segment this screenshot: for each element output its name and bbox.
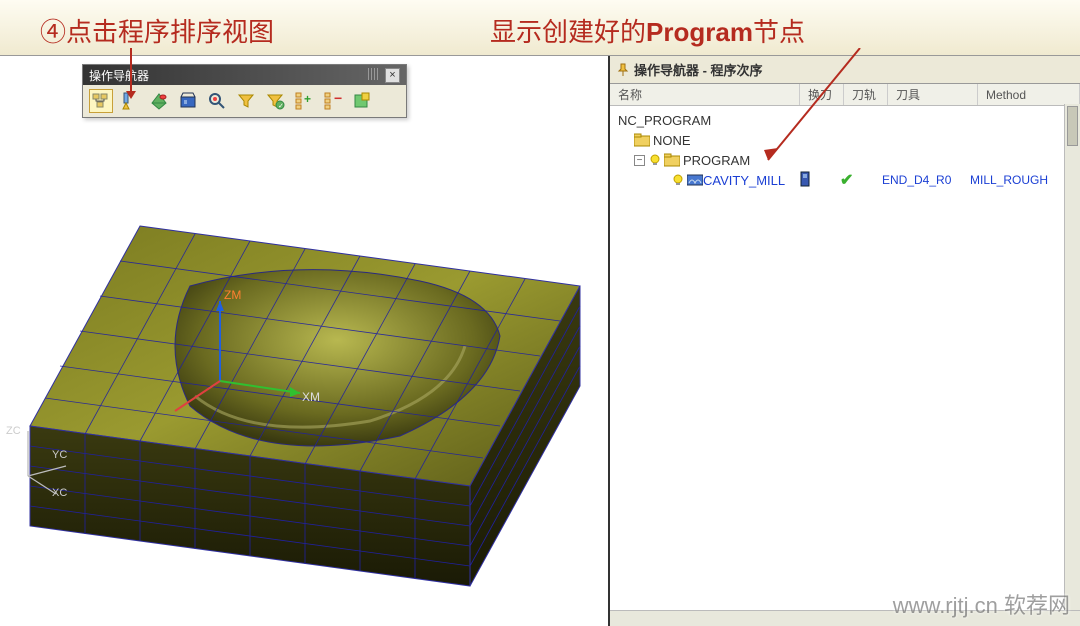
main-content: ZM XM ZC YC XC 操作导航器	[0, 55, 1080, 626]
expand-all-icon[interactable]: +	[292, 89, 316, 113]
cell-tool-name: END_D4_R0	[882, 173, 970, 187]
navigator-columns[interactable]: 名称 换刀 刀轨 刀具 Method	[610, 84, 1080, 106]
col-tool-change[interactable]: 换刀	[800, 84, 844, 105]
cell-toolpath-check: ✔	[840, 170, 882, 190]
arrow-to-toolbar-icon	[130, 48, 132, 93]
find-icon[interactable]	[205, 89, 229, 113]
tree-cavity-mill[interactable]: CAVITY_MILL ✔ END_D4_R0 MILL_ROUGH	[610, 170, 1080, 190]
axis-xm-label: XM	[302, 390, 320, 404]
close-icon[interactable]: ×	[385, 68, 400, 83]
toolbar-title-text: 操作导航器	[89, 67, 149, 84]
col-method[interactable]: Method	[978, 84, 1080, 105]
program-order-view-icon[interactable]	[89, 89, 113, 113]
annotation-bar: ④点击程序排序视图 显示创建好的Program节点	[0, 0, 1080, 55]
tree-program[interactable]: − PROGRAM	[610, 150, 1080, 170]
annotation-right: 显示创建好的Program节点	[490, 12, 805, 49]
operation-navigator-panel: 操作导航器 - 程序次序 名称 换刀 刀轨 刀具 Method NC_PROGR…	[610, 56, 1080, 626]
tree-nc-program[interactable]: NC_PROGRAM	[610, 110, 1080, 130]
viewport-3d[interactable]: ZM XM ZC YC XC	[0, 56, 608, 626]
svg-text:YC: YC	[52, 449, 67, 461]
navigator-tree[interactable]: NC_PROGRAM NONE − PROGRAM CAVITY_MILL	[610, 106, 1080, 626]
col-name[interactable]: 名称	[610, 84, 800, 105]
tree-none[interactable]: NONE	[610, 130, 1080, 150]
svg-text:ZC: ZC	[6, 425, 21, 437]
cell-tool-change	[798, 171, 840, 190]
axis-triad: ZC YC XC	[6, 416, 76, 496]
viewport-pane[interactable]: ZM XM ZC YC XC 操作导航器	[0, 56, 610, 626]
operation-name: CAVITY_MILL	[703, 173, 785, 188]
svg-text:−: −	[334, 91, 342, 106]
operation-icon	[687, 173, 703, 187]
watermark: www.rjtj.cn 软荐网	[893, 588, 1070, 620]
svg-text:+: +	[304, 92, 311, 106]
annotation-left: ④点击程序排序视图	[40, 12, 274, 49]
collapse-all-icon[interactable]: −	[321, 89, 345, 113]
col-toolpath[interactable]: 刀轨	[844, 84, 888, 105]
folder-icon	[634, 133, 650, 147]
cad-model: ZM XM	[20, 186, 590, 606]
vertical-scrollbar[interactable]	[1064, 104, 1080, 610]
col-tool[interactable]: 刀具	[888, 84, 978, 105]
axis-zm-label: ZM	[224, 288, 241, 302]
geometry-view-icon[interactable]	[147, 89, 171, 113]
filter-settings-icon[interactable]: ✓	[263, 89, 287, 113]
bulb-icon	[649, 154, 661, 166]
toolbar-grip-icon	[368, 68, 378, 80]
navigator-title: 操作导航器 - 程序次序	[610, 56, 1080, 84]
folder-icon	[664, 153, 680, 167]
bulb-icon	[672, 174, 684, 186]
collapse-icon[interactable]: −	[634, 155, 645, 166]
svg-text:XC: XC	[52, 487, 67, 496]
svg-text:✓: ✓	[278, 103, 284, 110]
filter-icon[interactable]	[234, 89, 258, 113]
tool-change-icon	[798, 171, 812, 187]
machining-method-view-icon[interactable]	[176, 89, 200, 113]
pin-icon[interactable]	[616, 63, 630, 77]
export-icon[interactable]	[350, 89, 374, 113]
scrollbar-thumb[interactable]	[1067, 106, 1078, 146]
